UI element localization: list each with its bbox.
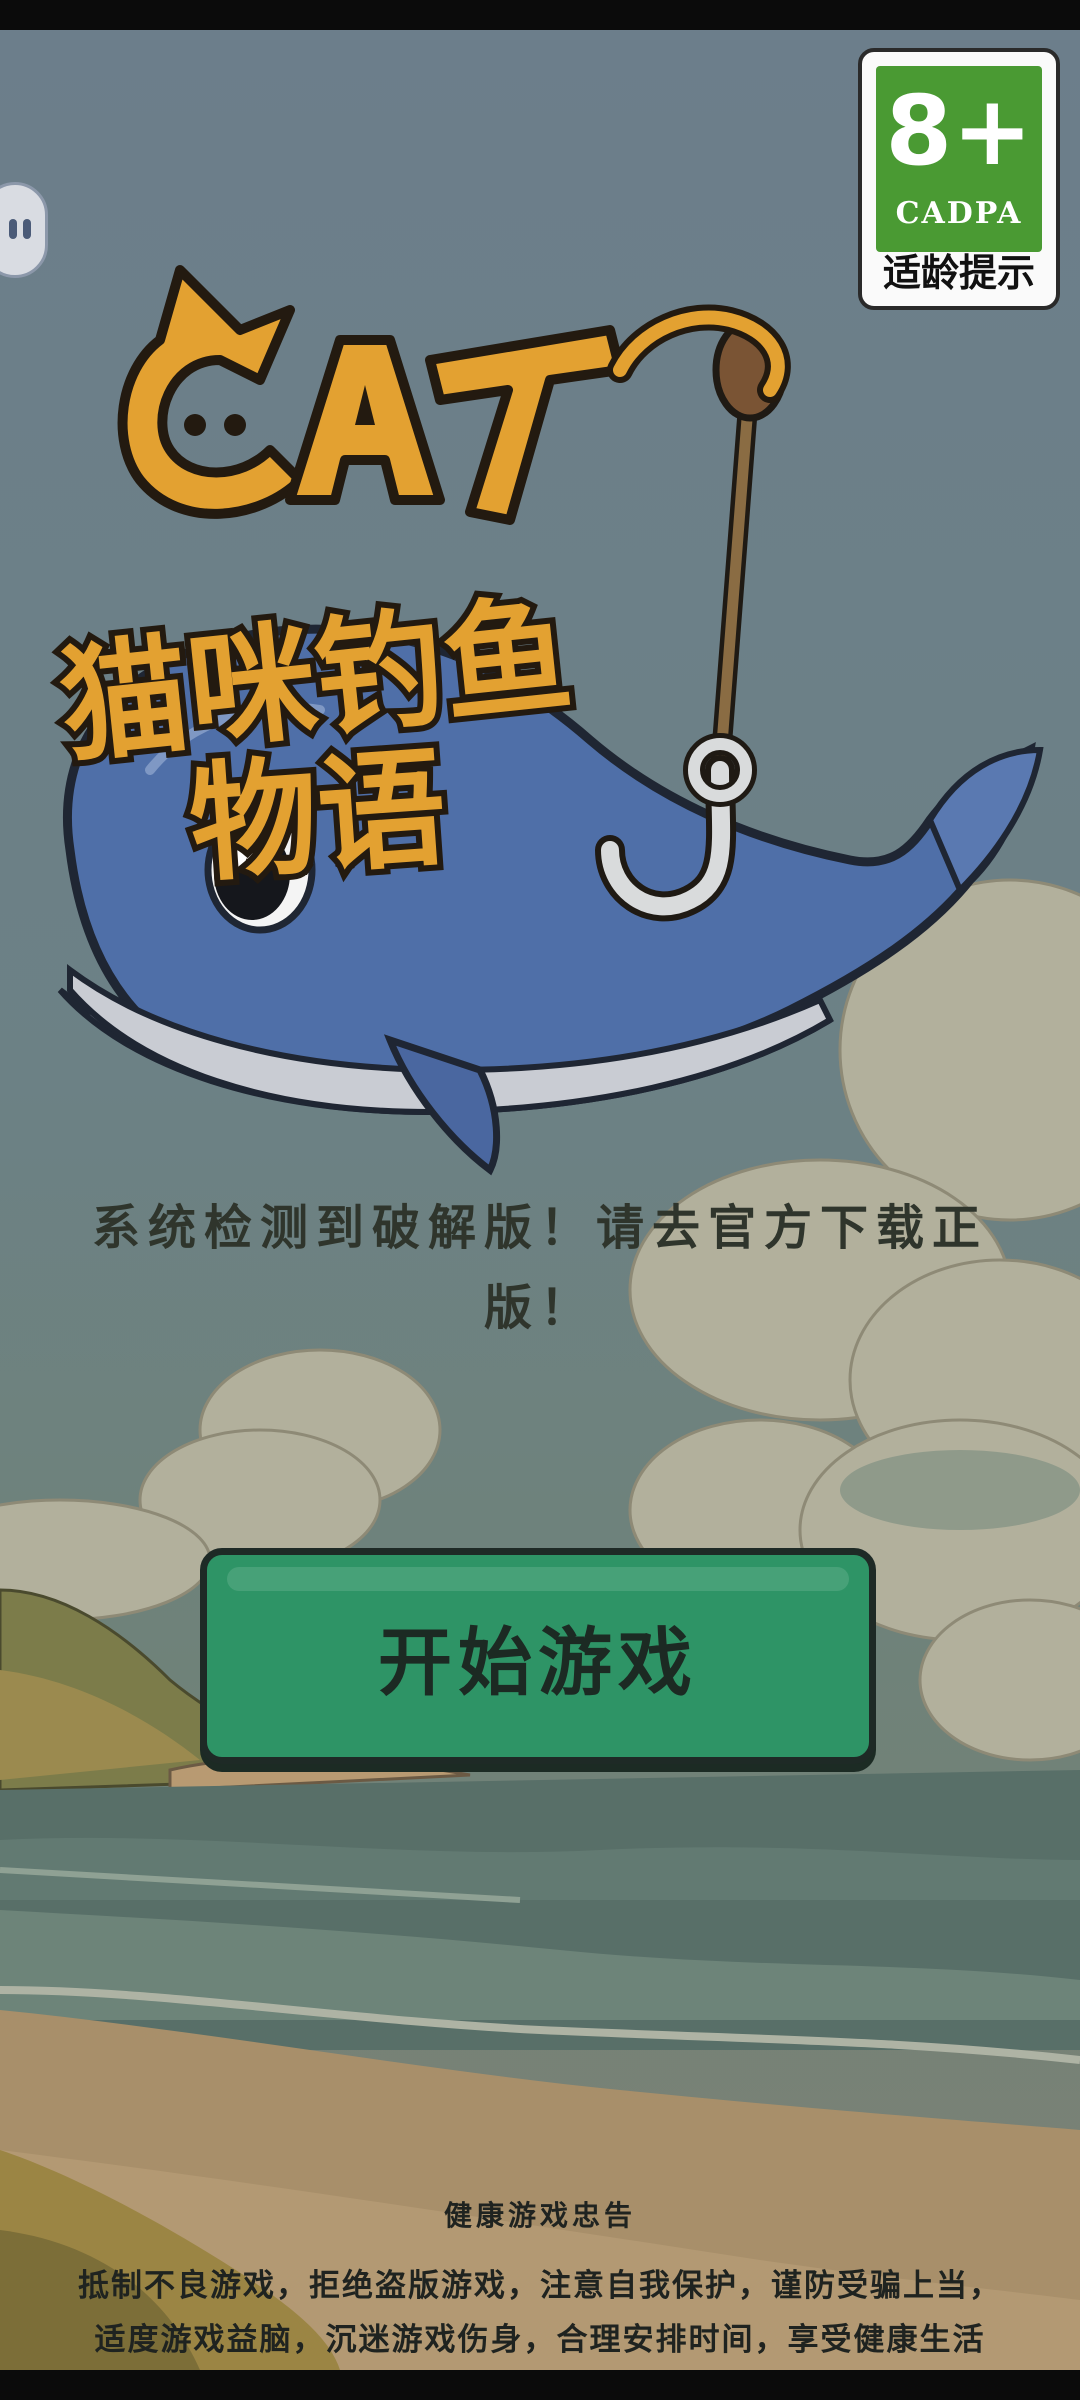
assistant-eye-icon [9,219,17,239]
navigation-bar [0,2370,1080,2400]
health-notice-line: 抵制不良游戏，拒绝盗版游戏，注意自我保护，谨防受骗上当， [78,2268,1002,2304]
assistant-eye-icon [23,219,31,239]
age-rating-panel: 8+ CADPA [876,66,1042,252]
start-game-button[interactable]: 开始游戏 [200,1548,876,1764]
health-notice-title: 健康游戏忠告 [443,2199,636,2232]
game-splash-screen: 8+ CADPA 适龄提示 猫咪钓鱼 物语 系统检测到破解版！请去官方下载正版！… [0,0,1080,2400]
health-notice-line: 适度游戏益脑，沉迷游戏伤身，合理安排时间，享受健康生活 [94,2322,986,2358]
start-game-label: 开始游戏 [378,1619,698,1706]
logo-cat-letters [117,265,791,525]
age-rating-value: 8+ [885,75,1033,187]
logo-title-line2: 物语 [185,734,451,900]
game-logo: 猫咪钓鱼 物语 [47,265,1044,1176]
piracy-warning-text: 系统检测到破解版！请去官方下载正版！ [91,1200,988,1336]
status-bar [0,0,1080,30]
age-rating-org: CADPA [895,196,1023,231]
